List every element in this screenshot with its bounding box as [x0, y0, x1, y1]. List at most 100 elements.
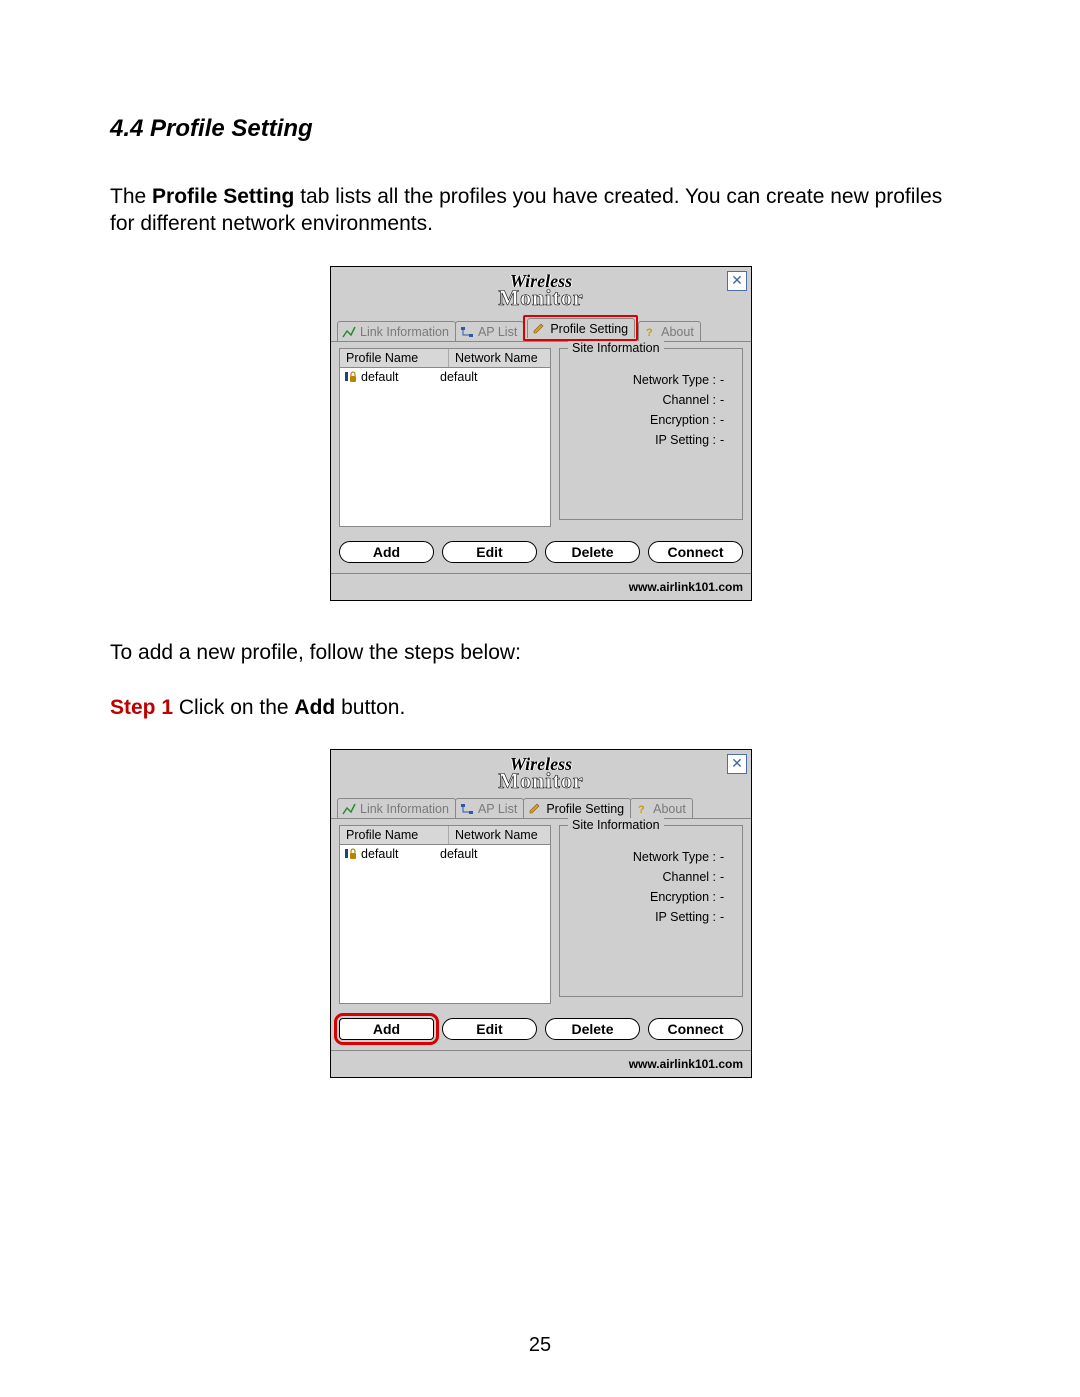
- value-channel: -: [720, 393, 734, 407]
- profile-lock-icon: [344, 848, 358, 860]
- close-button[interactable]: ✕: [727, 271, 747, 291]
- highlight-profile-setting-tab: Profile Setting: [523, 315, 638, 341]
- delete-button[interactable]: Delete: [545, 541, 640, 563]
- tab-bar: Link Information AP List Profile Setting…: [331, 798, 751, 818]
- footer-url: www.airlink101.com: [331, 573, 751, 600]
- col-network-name[interactable]: Network Name: [449, 826, 550, 844]
- network-icon: [460, 803, 474, 815]
- tab-label: Link Information: [360, 325, 449, 339]
- pencil-icon: [528, 803, 542, 815]
- value-ip-setting: -: [720, 910, 734, 924]
- app-window: Wireless Monitor ✕ Link Information AP L…: [330, 749, 752, 1078]
- label-network-type: Network Type :: [568, 373, 720, 387]
- site-information-group: Site Information Network Type :- Channel…: [559, 348, 743, 520]
- screenshot-2: Wireless Monitor ✕ Link Information AP L…: [330, 749, 750, 1078]
- svg-text:?: ?: [638, 804, 645, 815]
- app-logo: Wireless Monitor: [498, 757, 583, 791]
- col-network-name[interactable]: Network Name: [449, 349, 550, 367]
- label-encryption: Encryption :: [568, 413, 720, 427]
- tab-link-information[interactable]: Link Information: [337, 321, 456, 341]
- svg-text:?: ?: [646, 327, 653, 338]
- app-window: Wireless Monitor ✕ Link Information AP L…: [330, 266, 752, 601]
- logo-line2: Monitor: [498, 772, 583, 791]
- screenshot-1: Wireless Monitor ✕ Link Information AP L…: [330, 266, 750, 601]
- list-item[interactable]: default default: [340, 845, 550, 863]
- label-channel: Channel :: [568, 393, 720, 407]
- intro-text-pre: The: [110, 185, 152, 208]
- edit-button[interactable]: Edit: [442, 1018, 537, 1040]
- delete-button[interactable]: Delete: [545, 1018, 640, 1040]
- footer-url: www.airlink101.com: [331, 1050, 751, 1077]
- cell-profile-name: default: [361, 370, 399, 384]
- step-text-post: button.: [335, 696, 405, 719]
- connect-button[interactable]: Connect: [648, 1018, 743, 1040]
- title-bar: Wireless Monitor ✕: [331, 267, 751, 315]
- site-information-group: Site Information Network Type :- Channel…: [559, 825, 743, 997]
- col-profile-name[interactable]: Profile Name: [340, 349, 449, 367]
- tab-profile-setting[interactable]: Profile Setting: [523, 798, 631, 818]
- tab-link-information[interactable]: Link Information: [337, 798, 456, 818]
- step-label: Step 1: [110, 696, 173, 719]
- intro-bold: Profile Setting: [152, 185, 294, 208]
- tab-label: Profile Setting: [550, 322, 628, 336]
- add-button[interactable]: Add: [339, 1018, 434, 1040]
- value-network-type: -: [720, 373, 734, 387]
- cell-profile-name: default: [361, 847, 399, 861]
- cell-network-name: default: [440, 847, 546, 861]
- label-ip-setting: IP Setting :: [568, 433, 720, 447]
- col-profile-name[interactable]: Profile Name: [340, 826, 449, 844]
- pencil-icon: [532, 323, 546, 335]
- list-header: Profile Name Network Name: [339, 825, 551, 845]
- section-heading: 4.4 Profile Setting: [110, 115, 970, 143]
- tab-ap-list[interactable]: AP List: [455, 798, 524, 818]
- cell-network-name: default: [440, 370, 546, 384]
- value-encryption: -: [720, 413, 734, 427]
- value-channel: -: [720, 870, 734, 884]
- app-logo: Wireless Monitor: [498, 274, 583, 308]
- group-title: Site Information: [568, 341, 664, 355]
- tab-about[interactable]: ? About: [630, 798, 693, 818]
- add-button[interactable]: Add: [339, 541, 434, 563]
- intro-paragraph: The Profile Setting tab lists all the pr…: [110, 183, 970, 238]
- profile-list: Profile Name Network Name default defaul…: [339, 348, 551, 527]
- help-icon: ?: [635, 803, 649, 815]
- title-bar: Wireless Monitor ✕: [331, 750, 751, 798]
- list-header: Profile Name Network Name: [339, 348, 551, 368]
- tab-label: About: [661, 325, 694, 339]
- label-encryption: Encryption :: [568, 890, 720, 904]
- connect-button[interactable]: Connect: [648, 541, 743, 563]
- step-bold: Add: [294, 696, 335, 719]
- tab-profile-setting[interactable]: Profile Setting: [527, 318, 635, 338]
- step-text-pre: Click on the: [173, 696, 294, 719]
- button-row: Add Edit Delete Connect: [331, 535, 751, 573]
- follow-text: To add a new profile, follow the steps b…: [110, 639, 970, 666]
- tab-label: AP List: [478, 325, 517, 339]
- step-1: Step 1 Click on the Add button.: [110, 694, 970, 721]
- client-area: Profile Name Network Name default defaul…: [331, 341, 751, 535]
- value-ip-setting: -: [720, 433, 734, 447]
- document-page: 4.4 Profile Setting The Profile Setting …: [0, 0, 1080, 1397]
- label-channel: Channel :: [568, 870, 720, 884]
- tab-ap-list[interactable]: AP List: [455, 321, 524, 341]
- tab-label: AP List: [478, 802, 517, 816]
- value-encryption: -: [720, 890, 734, 904]
- list-body[interactable]: default default: [339, 845, 551, 1004]
- group-title: Site Information: [568, 818, 664, 832]
- help-icon: ?: [643, 326, 657, 338]
- list-body[interactable]: default default: [339, 368, 551, 527]
- edit-button[interactable]: Edit: [442, 541, 537, 563]
- value-network-type: -: [720, 850, 734, 864]
- signal-icon: [342, 803, 356, 815]
- label-ip-setting: IP Setting :: [568, 910, 720, 924]
- list-item[interactable]: default default: [340, 368, 550, 386]
- profile-list: Profile Name Network Name default defaul…: [339, 825, 551, 1004]
- tab-about[interactable]: ? About: [638, 321, 701, 341]
- tab-label: About: [653, 802, 686, 816]
- close-button[interactable]: ✕: [727, 754, 747, 774]
- signal-icon: [342, 326, 356, 338]
- tab-label: Link Information: [360, 802, 449, 816]
- logo-line2: Monitor: [498, 289, 583, 308]
- profile-lock-icon: [344, 371, 358, 383]
- label-network-type: Network Type :: [568, 850, 720, 864]
- network-icon: [460, 326, 474, 338]
